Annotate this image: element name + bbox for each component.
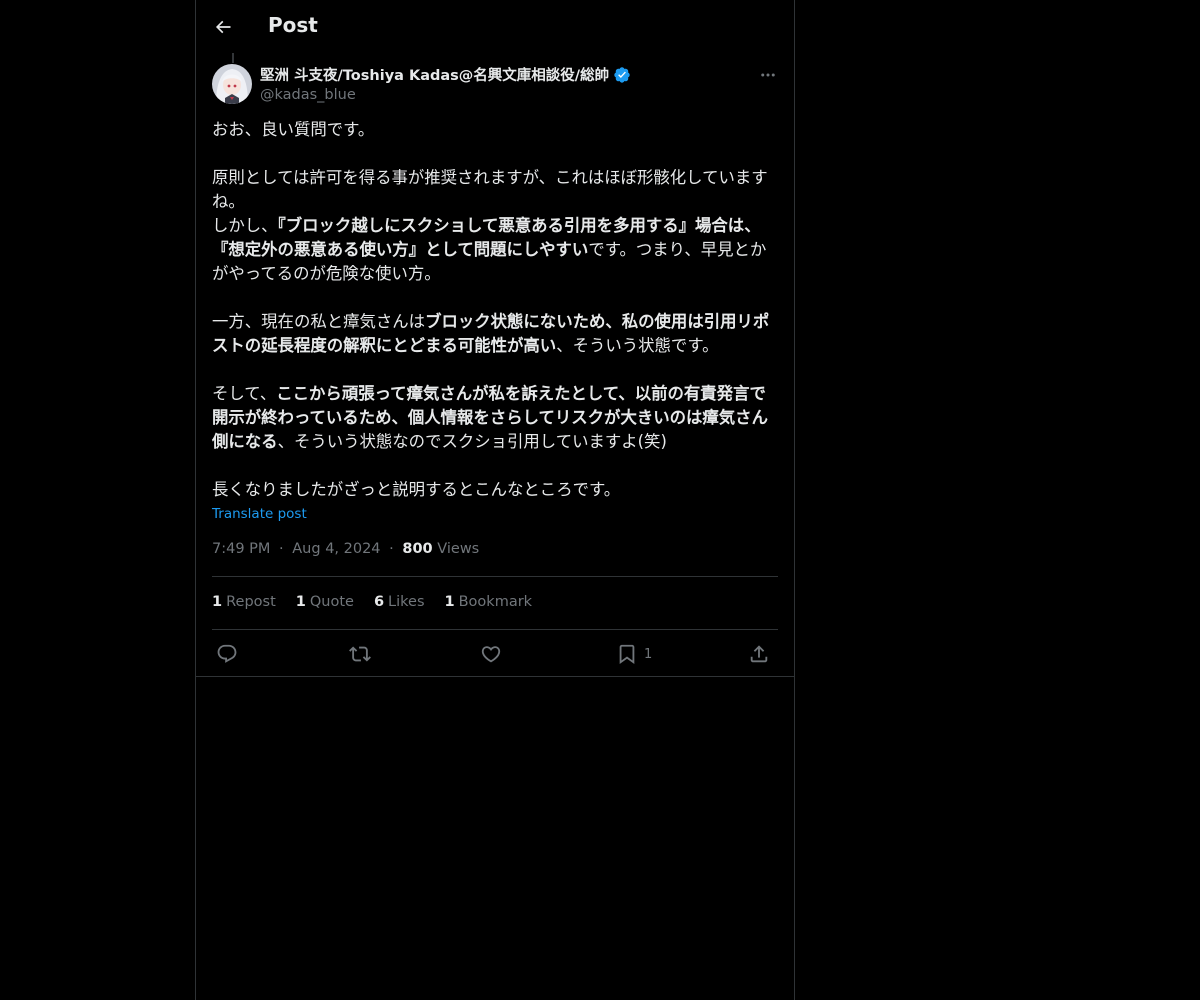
divider — [212, 576, 778, 577]
post-text-segment: 一方、現在の私と瘴気さんは — [212, 312, 426, 331]
author-display-name[interactable]: 堅洲 斗支夜/Toshiya Kadas@名興文庫相談役/総帥 — [260, 64, 609, 85]
meta-separator: · — [389, 541, 394, 557]
engagement-stats: 1 Repost 1 Quote 6 Likes 1 Bookmark — [212, 594, 532, 610]
post-paragraph — [212, 454, 778, 478]
share-icon — [750, 645, 768, 663]
quotes-stat[interactable]: 1 Quote — [296, 594, 354, 610]
post-bottom-border — [196, 676, 794, 677]
meta-separator: · — [279, 541, 284, 557]
back-button[interactable] — [208, 12, 238, 42]
post-text: おお、良い質問です。原則としては許可を得る事が推奨されますが、これはほぼ形骸化し… — [212, 118, 778, 502]
header: Post — [196, 0, 794, 53]
like-button[interactable] — [480, 640, 502, 668]
post-date[interactable]: Aug 4, 2024 — [292, 541, 380, 557]
post-meta: 7:49 PM · Aug 4, 2024 · 800 Views — [212, 541, 479, 557]
heart-icon — [481, 646, 501, 663]
repost-button[interactable] — [349, 640, 371, 668]
post-paragraph: 長くなりましたがざっと説明するとこんなところです。 — [212, 478, 778, 502]
back-arrow-icon — [215, 20, 231, 34]
avatar-image — [212, 64, 252, 104]
post-text-segment: しかし、 — [212, 216, 278, 235]
post-paragraph: おお、良い質問です。 — [212, 118, 778, 142]
author-handle[interactable]: @kadas_blue — [260, 87, 631, 103]
avatar[interactable] — [212, 64, 252, 104]
bookmark-button[interactable]: 1 — [616, 640, 652, 668]
post-text-segment: おお、良い質問です。 — [212, 120, 375, 139]
post-text-segment: 、そういう状態です。 — [556, 336, 719, 355]
more-options-button[interactable] — [756, 64, 780, 86]
divider — [212, 629, 778, 630]
post-paragraph — [212, 142, 778, 166]
bookmark-count: 1 — [644, 646, 653, 662]
bookmarks-stat[interactable]: 1 Bookmark — [445, 594, 533, 610]
post-paragraph: 一方、現在の私と瘴気さんはブロック状態にないため、私の使用は引用リポストの延長程… — [212, 310, 778, 358]
thread-line — [232, 53, 234, 63]
post-paragraph: 原則としては許可を得る事が推奨されますが、これはほぼ形骸化していますね。 — [212, 166, 778, 214]
post-paragraph — [212, 286, 778, 310]
bookmark-icon — [619, 644, 635, 665]
views-label: Views — [437, 541, 480, 557]
views-count: 800 — [402, 541, 433, 557]
share-button[interactable] — [748, 640, 770, 668]
likes-stat[interactable]: 6 Likes — [374, 594, 425, 610]
page-title: Post — [268, 13, 318, 37]
post-paragraph: そして、ここから頑張って瘴気さんが私を訴えたとして、以前の有責発言で開示が終わっ… — [212, 382, 778, 454]
verified-badge-icon — [614, 66, 630, 83]
post-text-segment: 、そういう状態なのでスクショ引用していますよ(笑) — [277, 432, 667, 451]
author-info: 堅洲 斗支夜/Toshiya Kadas@名興文庫相談役/総帥 @kadas_b… — [260, 64, 631, 103]
reply-icon — [217, 644, 237, 663]
post-paragraph — [212, 358, 778, 382]
repost-icon — [349, 646, 371, 662]
post-column: Post 堅洲 斗支夜/Toshiya Kadas@名興文庫相談役/総帥 @ka… — [195, 0, 795, 1000]
reposts-stat[interactable]: 1 Repost — [212, 594, 276, 610]
post-text-segment: そして、 — [212, 384, 277, 403]
more-dots-icon — [761, 73, 775, 77]
post-time[interactable]: 7:49 PM — [212, 541, 270, 557]
translate-post-link[interactable]: Translate post — [212, 506, 307, 522]
post-paragraph: しかし、『ブロック越しにスクショして悪意ある引用を多用する』場合は、『想定外の悪… — [212, 214, 778, 286]
reply-button[interactable] — [216, 640, 238, 668]
post-text-segment: 長くなりましたがざっと説明するとこんなところです。 — [212, 480, 621, 499]
post-text-segment: 原則としては許可を得る事が推奨されますが、これはほぼ形骸化していますね。 — [212, 168, 768, 211]
action-bar: 1 — [212, 640, 778, 668]
